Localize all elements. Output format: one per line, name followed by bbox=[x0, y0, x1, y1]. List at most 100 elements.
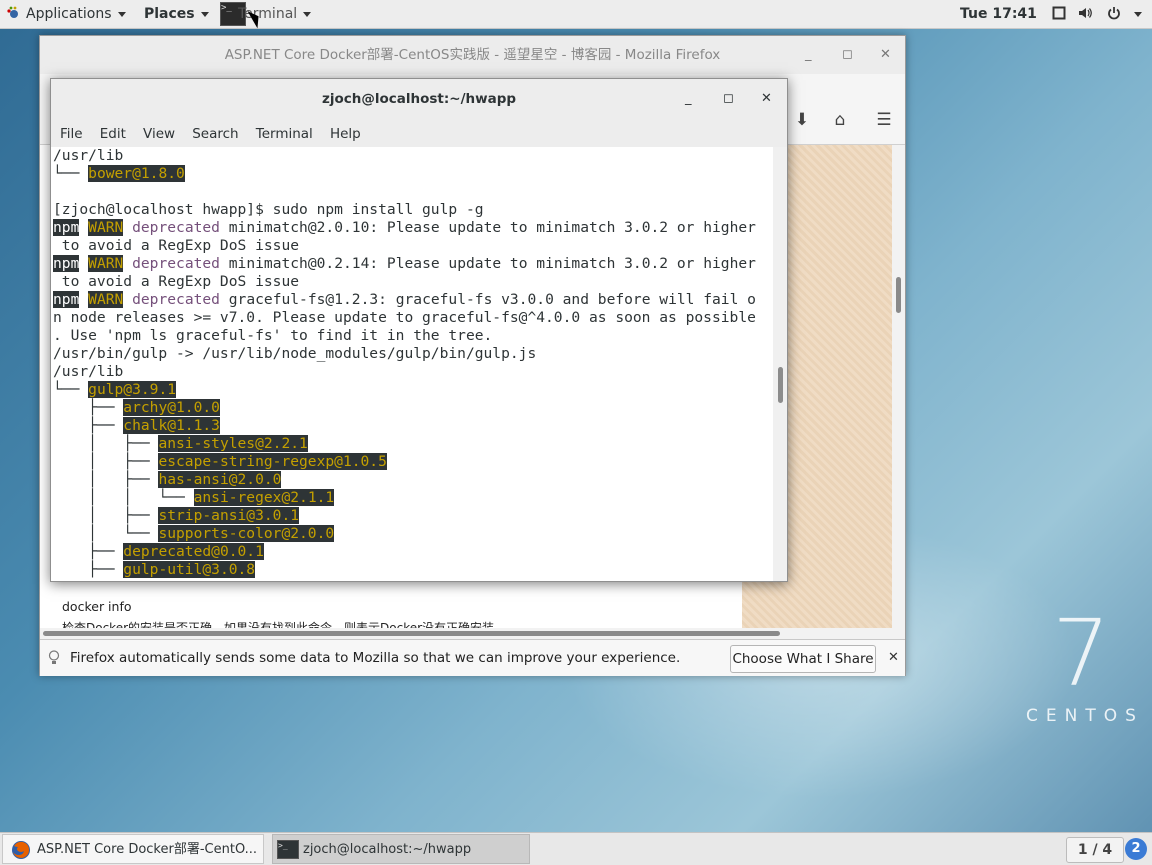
tree-line: ├── archy@1.0.0 bbox=[53, 399, 220, 417]
scrollbar-thumb[interactable] bbox=[896, 277, 901, 313]
package-name: archy@1.0.0 bbox=[123, 399, 220, 416]
terminal-title: zjoch@localhost:~/hwapp bbox=[321, 91, 517, 107]
taskbar-terminal-label: zjoch@localhost:~/hwapp bbox=[303, 842, 472, 857]
gnome-foot-icon bbox=[7, 6, 18, 18]
download-icon[interactable]: ⬇ bbox=[788, 106, 816, 134]
terminal-line: /usr/bin/gulp -> /usr/lib/node_modules/g… bbox=[53, 345, 537, 362]
tree-branch: ├── bbox=[53, 561, 124, 578]
applications-menu[interactable]: Applications bbox=[6, 0, 126, 28]
taskbar: ASP.NET Core Docker部署-CentO... >_ zjoch@… bbox=[0, 832, 1152, 865]
firefox-vertical-scrollbar[interactable] bbox=[892, 145, 905, 628]
terminal-scrollbar[interactable] bbox=[773, 147, 787, 581]
menu-help[interactable]: Help bbox=[330, 121, 361, 147]
terminal-line: n node releases >= v7.0. Please update t… bbox=[53, 309, 756, 326]
places-menu[interactable]: Places bbox=[144, 0, 209, 28]
terminal-line: npm WARN deprecated graceful-fs@1.2.3: g… bbox=[53, 291, 756, 309]
warning-text: graceful-fs@1.2.3: graceful-fs v3.0.0 an… bbox=[219, 291, 756, 308]
menu-file[interactable]: File bbox=[60, 121, 83, 147]
terminal-line: /usr/lib bbox=[53, 147, 124, 164]
tree-branch: │ │ └── bbox=[53, 489, 194, 506]
terminal-maximize-button[interactable]: ◻ bbox=[723, 79, 734, 119]
package-name: deprecated@0.0.1 bbox=[123, 543, 264, 560]
taskbar-item-firefox[interactable]: ASP.NET Core Docker部署-CentO... bbox=[2, 834, 264, 864]
chevron-down-icon bbox=[303, 11, 312, 17]
package-name: strip-ansi@3.0.1 bbox=[158, 507, 300, 524]
firefox-close-button[interactable]: ✕ bbox=[880, 36, 891, 74]
notification-text: Firefox automatically sends some data to… bbox=[70, 650, 681, 666]
tree-line: │ ├── strip-ansi@3.0.1 bbox=[53, 507, 300, 525]
scrollbar-thumb[interactable] bbox=[778, 367, 783, 403]
terminal-output[interactable]: /usr/lib └── bower@1.8.0 [zjoch@localhos… bbox=[51, 147, 773, 581]
lightbulb-icon bbox=[48, 650, 60, 664]
tree-branch: ├── bbox=[53, 417, 124, 434]
tree-line: └── gulp@3.9.1 bbox=[53, 381, 177, 399]
package-name: chalk@1.1.3 bbox=[123, 417, 220, 434]
centos-logo-number: 7 bbox=[1052, 600, 1111, 707]
clock[interactable]: Tue 17:41 bbox=[960, 0, 1037, 28]
npm-tag: npm bbox=[53, 219, 80, 236]
volume-icon[interactable] bbox=[1078, 6, 1092, 20]
menu-view[interactable]: View bbox=[143, 121, 175, 147]
npm-tag: npm bbox=[53, 291, 80, 308]
page-text-docker-check: 检查Docker的安装是否正确，如果没有找到此命令，则表示Docker没有正确安… bbox=[62, 621, 495, 628]
tree-branch: │ ├── bbox=[53, 435, 159, 452]
package-name: has-ansi@2.0.0 bbox=[158, 471, 282, 488]
warning-text: minimatch@0.2.14: Please update to minim… bbox=[219, 255, 756, 272]
taskbar-item-terminal[interactable]: >_ zjoch@localhost:~/hwapp bbox=[272, 834, 530, 864]
terminal-line: /usr/lib bbox=[53, 363, 124, 380]
firefox-minimize-button[interactable]: _ bbox=[805, 36, 812, 74]
power-icon[interactable] bbox=[1107, 6, 1121, 20]
tree-branch: │ ├── bbox=[53, 453, 159, 470]
chevron-down-icon[interactable] bbox=[1134, 12, 1142, 17]
menu-terminal[interactable]: Terminal bbox=[256, 121, 313, 147]
taskbar-firefox-label: ASP.NET Core Docker部署-CentO... bbox=[37, 842, 258, 857]
warn-tag: WARN bbox=[88, 219, 124, 236]
choose-what-i-share-button[interactable]: Choose What I Share bbox=[730, 645, 876, 673]
notification-count-badge[interactable]: 2 bbox=[1125, 838, 1147, 860]
top-bar: Applications Places >_ Terminal Tue 17:4… bbox=[0, 0, 1152, 29]
workspace-indicator[interactable]: 1 / 4 bbox=[1066, 837, 1124, 863]
home-icon[interactable]: ⌂ bbox=[826, 106, 854, 134]
terminal-menubar: File Edit View Search Terminal Help bbox=[51, 121, 787, 147]
tree-branch: ├── bbox=[53, 543, 124, 560]
npm-tag: npm bbox=[53, 255, 80, 272]
terminal-titlebar[interactable]: zjoch@localhost:~/hwapp bbox=[51, 79, 787, 119]
scrollbar-thumb[interactable] bbox=[43, 631, 780, 636]
tree-branch: └── bbox=[53, 165, 89, 182]
deprecated-label: deprecated bbox=[132, 255, 220, 272]
menu-search[interactable]: Search bbox=[192, 121, 238, 147]
package-name: ansi-styles@2.2.1 bbox=[158, 435, 308, 452]
terminal-close-button[interactable]: ✕ bbox=[761, 79, 772, 119]
page-text-docker-info: docker info bbox=[62, 599, 132, 614]
package-name: bower@1.8.0 bbox=[88, 165, 185, 182]
terminal-minimize-button[interactable]: _ bbox=[685, 79, 692, 119]
tree-line: │ └── supports-color@2.0.0 bbox=[53, 525, 335, 543]
close-icon[interactable]: ✕ bbox=[888, 640, 899, 676]
chevron-down-icon bbox=[200, 11, 209, 17]
firefox-maximize-button[interactable]: ◻ bbox=[842, 36, 853, 74]
package-name: gulp@3.9.1 bbox=[88, 381, 177, 398]
terminal-icon: >_ bbox=[277, 840, 299, 859]
tree-branch: │ ├── bbox=[53, 507, 159, 524]
applications-label: Applications bbox=[26, 6, 112, 22]
tree-line: ├── deprecated@0.0.1 bbox=[53, 543, 264, 561]
hamburger-menu-icon[interactable]: ☰ bbox=[870, 106, 898, 134]
terminal-prompt-line: [zjoch@localhost hwapp]$ sudo npm instal… bbox=[53, 201, 484, 218]
notification-bar: Firefox automatically sends some data to… bbox=[40, 639, 905, 676]
package-name: ansi-regex@2.1.1 bbox=[193, 489, 335, 506]
firefox-horizontal-scrollbar[interactable] bbox=[40, 628, 892, 638]
package-name: escape-string-regexp@1.0.5 bbox=[158, 453, 387, 470]
menu-edit[interactable]: Edit bbox=[100, 121, 126, 147]
tree-branch: │ └── bbox=[53, 525, 159, 542]
firefox-title: ASP.NET Core Docker部署-CentOS实践版 - 遥望星空 -… bbox=[224, 47, 721, 63]
tree-line: ├── gulp-util@3.0.8 bbox=[53, 561, 256, 579]
terminal-line: └── bower@1.8.0 bbox=[53, 165, 185, 183]
terminal-line: npm WARN deprecated minimatch@2.0.10: Pl… bbox=[53, 219, 756, 237]
tree-line: ├── chalk@1.1.3 bbox=[53, 417, 220, 435]
terminal-line: npm WARN deprecated minimatch@0.2.14: Pl… bbox=[53, 255, 756, 273]
window-icon[interactable] bbox=[1052, 6, 1066, 20]
warning-text: minimatch@2.0.10: Please update to minim… bbox=[219, 219, 756, 236]
places-label: Places bbox=[144, 6, 195, 22]
terminal-line: to avoid a RegExp DoS issue bbox=[53, 237, 300, 254]
firefox-titlebar[interactable]: ASP.NET Core Docker部署-CentOS实践版 - 遥望星空 -… bbox=[40, 36, 905, 74]
